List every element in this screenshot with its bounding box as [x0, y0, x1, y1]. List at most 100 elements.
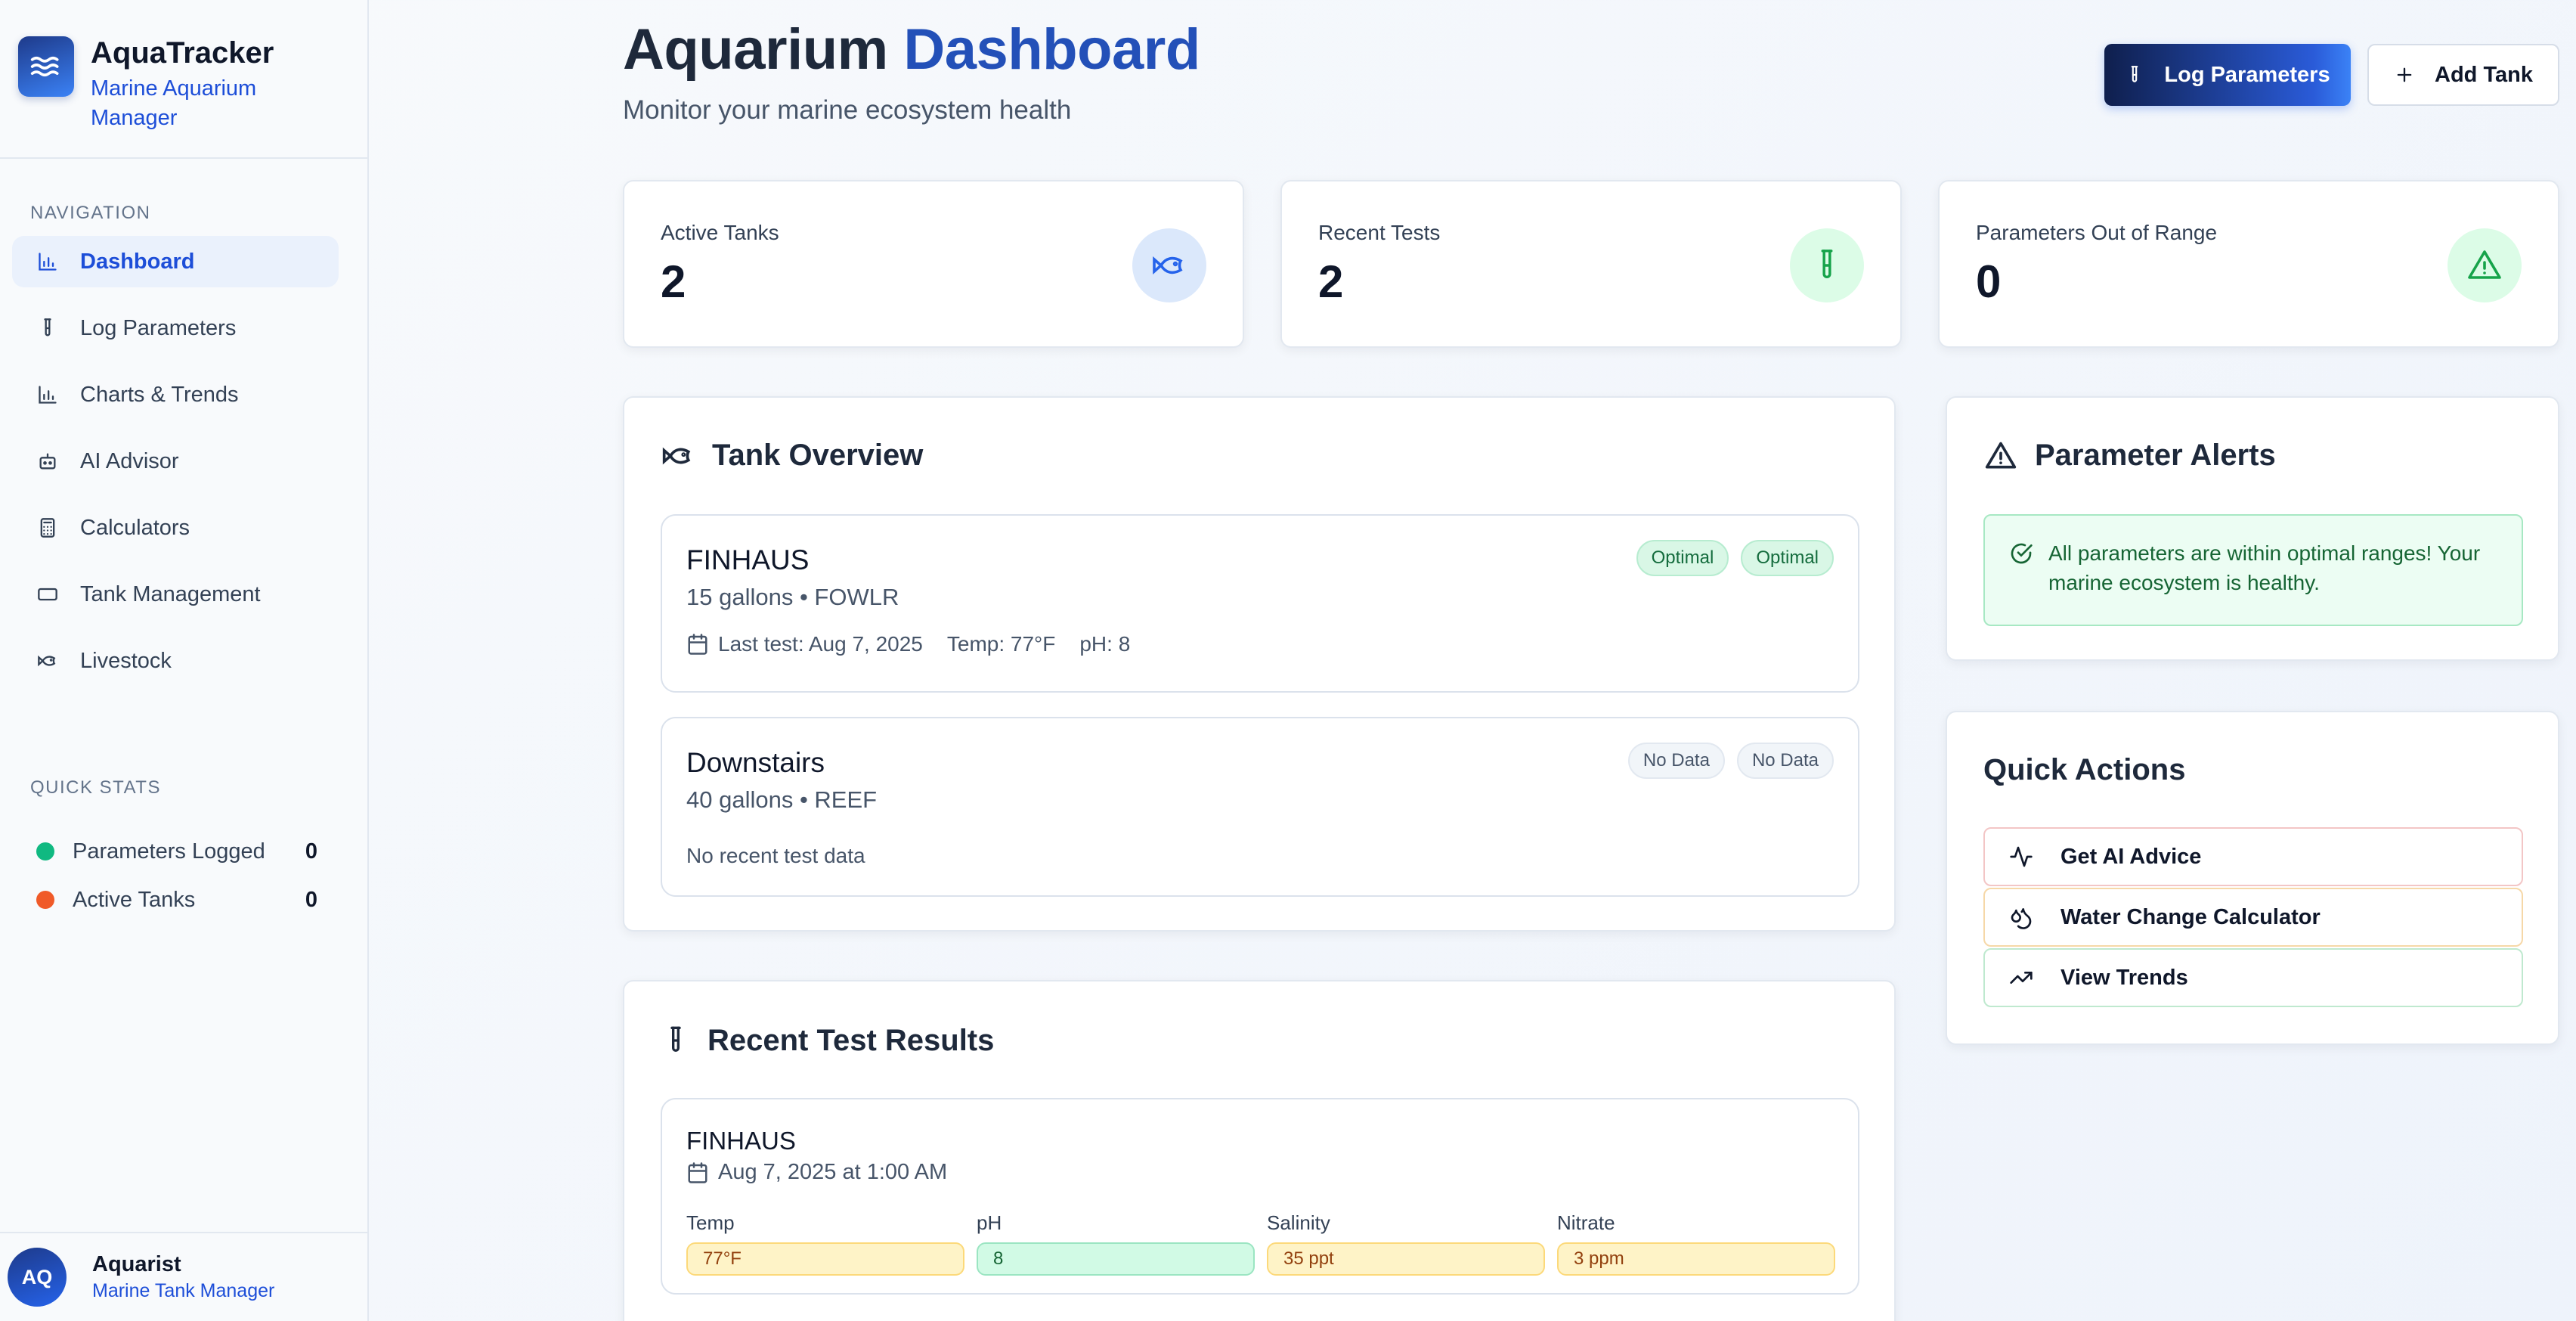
tank-item-downstairs[interactable]: Downstairs 40 gallons • REEF No recent t…	[661, 717, 1859, 897]
quick-stats-label: QUICK STATS	[30, 777, 161, 798]
card-title-text: Parameter Alerts	[2035, 439, 2276, 472]
log-parameters-button[interactable]: Log Parameters	[2104, 44, 2351, 106]
quick-actions-card: Quick Actions Get AI Advice Water Change…	[1946, 711, 2559, 1045]
nav-section-label: NAVIGATION	[30, 203, 151, 223]
sidebar-item-dashboard[interactable]: Dashboard	[12, 236, 339, 287]
status-badges: Optimal Optimal	[1624, 540, 1834, 576]
sidebar-item-log-parameters[interactable]: Log Parameters	[12, 302, 339, 354]
test-tube-icon	[35, 315, 60, 341]
test-tube-icon	[1790, 228, 1864, 302]
no-data-text: No recent test data	[686, 844, 865, 867]
trending-up-icon	[2009, 966, 2033, 990]
result-date: Aug 7, 2025 at 1:00 AM	[686, 1160, 947, 1185]
param-nitrate: Nitrate 3 ppm	[1557, 1211, 1835, 1276]
stat-card-recent-tests: Recent Tests 2	[1280, 180, 1902, 348]
log-parameters-label: Log Parameters	[2164, 62, 2330, 87]
page-title-accent: Dashboard	[903, 17, 1200, 82]
stat-label: Active Tanks	[661, 221, 779, 244]
tank-item-finhaus[interactable]: FINHAUS 15 gallons • FOWLR Last test: Au…	[661, 514, 1859, 693]
stat-label: Parameters Out of Range	[1976, 221, 2218, 244]
ph-reading: pH: 8	[1079, 632, 1131, 656]
stat-value: 2	[1318, 256, 1344, 307]
droplets-icon	[2009, 905, 2033, 929]
recent-test-results-card: Recent Test Results FINHAUS Aug 7, 2025 …	[623, 980, 1896, 1321]
activity-icon	[2009, 845, 2033, 869]
sidebar-item-label: Log Parameters	[80, 315, 237, 340]
param-value: 8	[977, 1242, 1255, 1276]
quick-stat-label: Active Tanks	[73, 887, 196, 912]
avatar[interactable]: AQ	[8, 1248, 67, 1307]
status-badge: Optimal	[1636, 540, 1729, 576]
stat-value: 2	[661, 256, 686, 307]
param-ph: pH 8	[977, 1211, 1255, 1276]
view-trends-button[interactable]: View Trends	[1983, 948, 2523, 1007]
calendar-icon	[686, 633, 709, 656]
sidebar-item-label: Tank Management	[80, 581, 261, 606]
result-tank-name: FINHAUS	[686, 1127, 796, 1155]
button-label: Water Change Calculator	[2060, 904, 2321, 929]
sidebar-item-livestock[interactable]: Livestock	[12, 635, 339, 687]
param-value: 77°F	[686, 1242, 964, 1276]
calculator-icon	[35, 515, 60, 541]
param-label: Salinity	[1267, 1211, 1330, 1234]
status-badge: No Data	[1736, 743, 1834, 779]
test-result-item[interactable]: FINHAUS Aug 7, 2025 at 1:00 AM Temp 77°F…	[661, 1098, 1859, 1295]
page-title-main: Aquarium	[623, 17, 888, 82]
stat-label: Recent Tests	[1318, 221, 1441, 244]
water-change-calculator-button[interactable]: Water Change Calculator	[1983, 888, 2523, 947]
fish-icon	[661, 439, 695, 473]
quick-stat-value: 0	[305, 887, 317, 912]
warning-icon	[1983, 439, 2018, 473]
quick-stats: Parameters Logged 0 Active Tanks 0	[36, 827, 317, 924]
quick-stat-active-tanks: Active Tanks 0	[36, 876, 317, 924]
sidebar-item-label: Charts & Trends	[80, 382, 239, 407]
sidebar-item-tank-management[interactable]: Tank Management	[12, 569, 339, 620]
param-temp: Temp 77°F	[686, 1211, 964, 1276]
tank-name: FINHAUS	[686, 544, 810, 575]
tank-name: Downstairs	[686, 747, 825, 778]
quick-stat-label: Parameters Logged	[73, 839, 265, 864]
recent-test-results-title: Recent Test Results	[661, 1022, 994, 1059]
app-subtitle: Marine Aquarium Manager	[91, 76, 257, 131]
add-tank-button[interactable]: Add Tank	[2367, 44, 2559, 106]
bar-chart-icon	[35, 382, 60, 408]
temp-reading: Temp: 77°F	[946, 632, 1056, 656]
status-badge: Optimal	[1741, 540, 1834, 576]
sidebar-nav: Dashboard Log Parameters Charts & Trends…	[12, 236, 339, 702]
tank-overview-title: Tank Overview	[661, 439, 923, 473]
user-name: Aquarist	[92, 1252, 181, 1276]
param-label: pH	[977, 1211, 1002, 1234]
calendar-icon	[686, 1161, 709, 1184]
user-role: Marine Tank Manager	[92, 1280, 275, 1301]
param-label: Temp	[686, 1211, 735, 1234]
param-value: 35 ppt	[1267, 1242, 1545, 1276]
rectangle-icon	[35, 581, 60, 607]
card-title-text: Tank Overview	[712, 439, 924, 472]
stat-card-active-tanks: Active Tanks 2	[623, 180, 1244, 348]
alert-message: All parameters are within optimal ranges…	[2048, 541, 2481, 595]
sidebar-item-label: Dashboard	[80, 249, 195, 274]
status-badge: No Data	[1627, 743, 1725, 779]
quick-actions-title: Quick Actions	[1983, 753, 2186, 786]
button-label: View Trends	[2060, 965, 2188, 990]
sidebar-item-charts-trends[interactable]: Charts & Trends	[12, 369, 339, 420]
page-title: Aquarium Dashboard	[623, 17, 1200, 82]
brand: AquaTracker Marine Aquarium Manager	[0, 0, 367, 159]
status-dot	[36, 891, 54, 909]
waves-logo-icon[interactable]	[18, 36, 74, 97]
result-date-text: Aug 7, 2025 at 1:00 AM	[718, 1160, 948, 1184]
sidebar-item-ai-advisor[interactable]: AI Advisor	[12, 436, 339, 487]
quick-stat-value: 0	[305, 839, 317, 864]
tank-overview-card: Tank Overview FINHAUS 15 gallons • FOWLR…	[623, 396, 1896, 932]
add-tank-label: Add Tank	[2435, 62, 2533, 87]
bar-chart-icon	[35, 249, 60, 274]
param-value: 3 ppm	[1557, 1242, 1835, 1276]
tank-meta: 40 gallons • REEF	[686, 786, 878, 813]
last-test: Last test: Aug 7, 2025	[718, 632, 923, 656]
tank-detail: Last test: Aug 7, 2025 Temp: 77°F pH: 8	[686, 632, 1130, 656]
user-profile[interactable]: AQ Aquarist Marine Tank Manager	[0, 1232, 367, 1321]
sidebar-item-calculators[interactable]: Calculators	[12, 502, 339, 554]
param-label: Nitrate	[1557, 1211, 1615, 1234]
get-ai-advice-button[interactable]: Get AI Advice	[1983, 827, 2523, 886]
sidebar: AquaTracker Marine Aquarium Manager NAVI…	[0, 0, 369, 1321]
